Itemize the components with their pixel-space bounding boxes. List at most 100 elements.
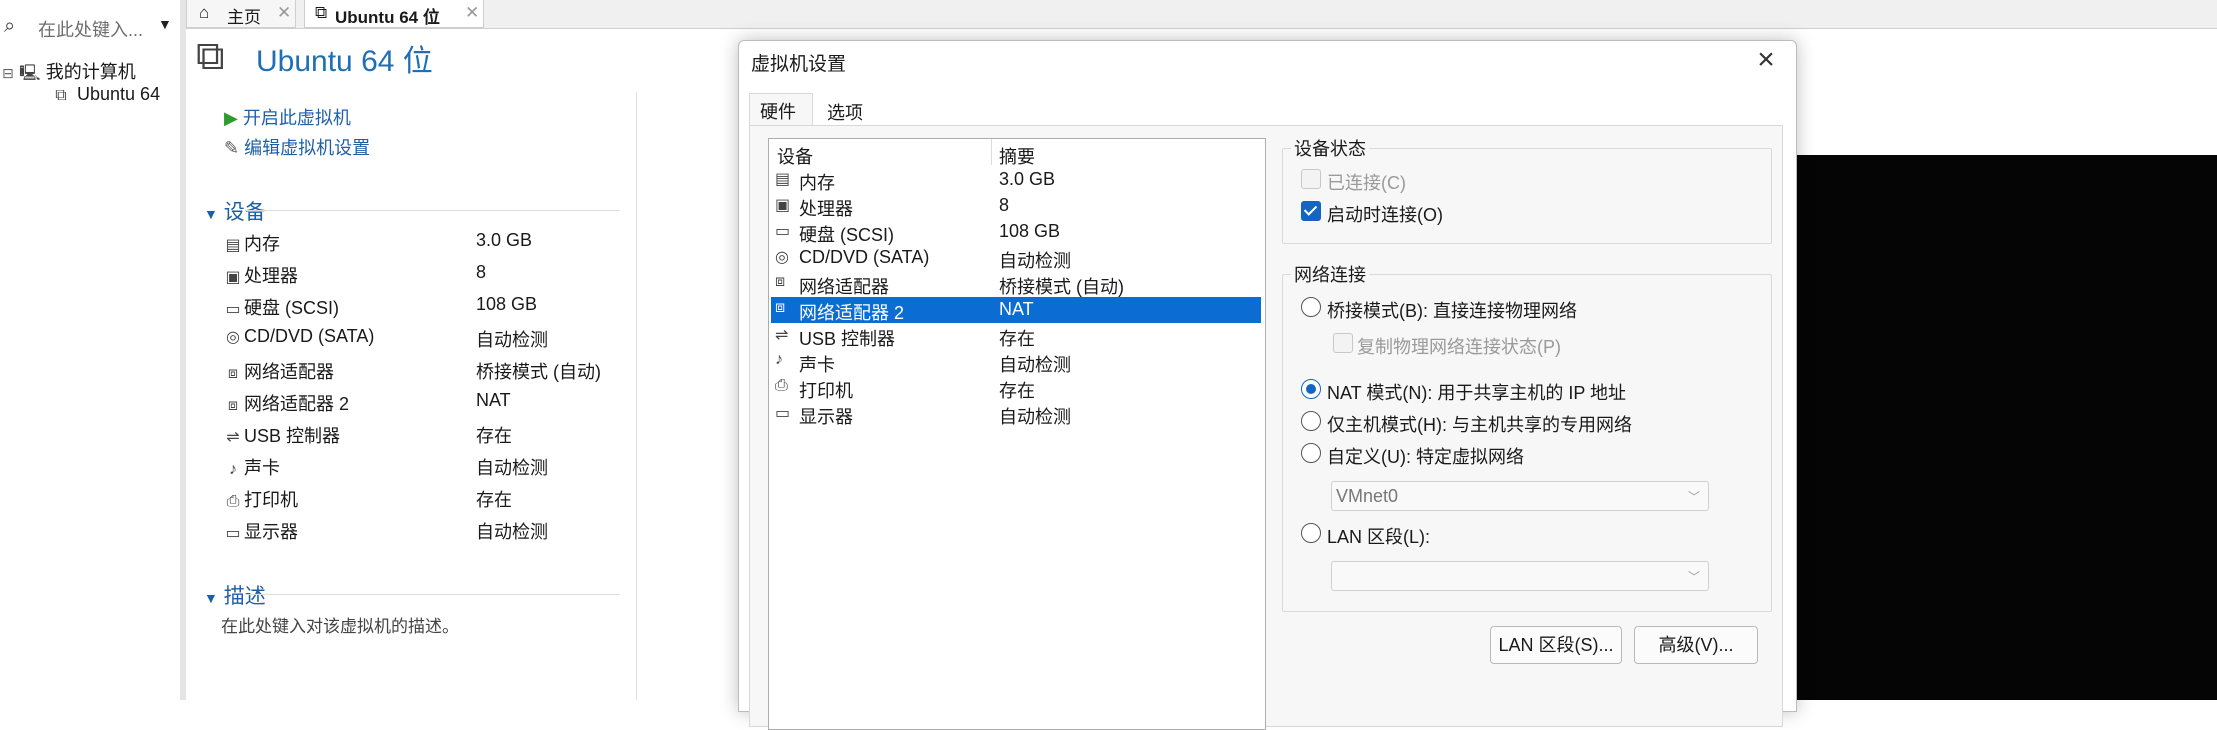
column-divider[interactable] xyxy=(991,139,992,165)
search-input[interactable]: 在此处键入... xyxy=(38,16,143,42)
row-summary: 桥接模式 (自动) xyxy=(999,277,1124,297)
group-legend: 设备状态 xyxy=(1291,135,1369,161)
vm-large-icon: ⧉ xyxy=(196,34,225,78)
vm-device-row[interactable]: ⧈ 网络适配器 xyxy=(222,358,334,384)
devices-section-header[interactable]: ▼ 设备 xyxy=(204,196,266,226)
vm-device-row[interactable]: ⧈ 网络适配器 2 xyxy=(222,390,349,416)
custom-radio[interactable] xyxy=(1301,443,1321,463)
tab-label: 主页 xyxy=(227,8,261,27)
row-device-name: 网络适配器 2 xyxy=(799,303,905,323)
vm-settings-dialog: 虚拟机设置 × 硬件 选项 设备 摘要 ▤ 内存 3.0 GB ▣ 处理器 8 ▭ 硬盘 (S… xyxy=(738,40,1797,730)
device-value: 3.0 GB xyxy=(476,230,533,250)
connected-checkbox[interactable] xyxy=(1301,169,1321,189)
usb-icon: ⇌ xyxy=(775,327,789,344)
computer-icon: 🖳 xyxy=(19,65,41,82)
device-name: 声卡 xyxy=(244,458,280,478)
divider xyxy=(246,210,620,211)
vm-device-row[interactable]: ⎙ 打印机 xyxy=(222,486,298,512)
disk-icon: ▭ xyxy=(225,301,241,318)
hardware-list-row[interactable]: ▣ 处理器 8 xyxy=(771,193,1261,219)
cd-icon: ◎ xyxy=(775,249,789,266)
search-icon: ⌕ xyxy=(4,15,16,37)
sound-icon: ♪ xyxy=(775,351,783,368)
nat-radio[interactable] xyxy=(1301,379,1321,399)
device-value: 自动检测 xyxy=(476,522,548,542)
row-summary: 3.0 GB xyxy=(999,169,1056,189)
memory-icon: ▤ xyxy=(225,237,241,254)
section-title: 描述 xyxy=(223,585,266,608)
tree-label: Ubuntu 64 xyxy=(77,84,161,104)
edit-icon: ✎ xyxy=(224,138,240,158)
hardware-list-row[interactable]: ⧈ 网络适配器 2 NAT xyxy=(771,297,1261,323)
tab-bar: ⌂ 主页 ✕ ⧉ Ubuntu 64 位 ✕ xyxy=(186,0,2217,29)
column-header-device[interactable]: 设备 xyxy=(777,143,813,169)
vm-device-row[interactable]: ♪ 声卡 xyxy=(222,454,280,480)
vm-device-row[interactable]: ▣ 处理器 xyxy=(222,262,298,288)
hardware-list-row[interactable]: ⎙ 打印机 存在 xyxy=(771,375,1261,401)
lan-segments-button[interactable]: LAN 区段(S)... xyxy=(1490,626,1622,664)
list-header: 设备 摘要 xyxy=(771,141,1261,167)
sidebar-splitter[interactable] xyxy=(180,0,186,700)
close-icon[interactable]: ✕ xyxy=(465,3,479,23)
tree-item-ubuntu[interactable]: ⧉ Ubuntu 64 xyxy=(50,84,160,105)
row-device-name: 内存 xyxy=(799,173,835,193)
device-status-group: 设备状态 已连接(C) 启动时连接(O) xyxy=(1282,135,1772,244)
hardware-list-row[interactable]: ▭ 硬盘 (SCSI) 108 GB xyxy=(771,219,1261,245)
vm-device-row[interactable]: ▭ 硬盘 (SCSI) xyxy=(222,294,339,320)
disk-icon: ▭ xyxy=(775,223,791,240)
column-header-summary[interactable]: 摘要 xyxy=(999,143,1035,169)
vm-device-row[interactable]: ▭ 显示器 xyxy=(222,518,298,544)
device-name: 打印机 xyxy=(244,490,298,510)
vm-screen-thumbnail[interactable] xyxy=(1796,155,2217,700)
bridged-radio[interactable] xyxy=(1301,297,1321,317)
vm-device-row[interactable]: ▤ 内存 xyxy=(222,230,280,256)
replicate-state-checkbox[interactable] xyxy=(1333,333,1353,353)
start-vm-command[interactable]: ▶ 开启此虚拟机 xyxy=(224,104,351,130)
hardware-list-row[interactable]: ▤ 内存 3.0 GB xyxy=(771,167,1261,193)
cpu-icon: ▣ xyxy=(775,197,791,214)
vm-device-row[interactable]: ⇌ USB 控制器 xyxy=(222,422,340,448)
row-summary: NAT xyxy=(999,299,1034,319)
hardware-list-row[interactable]: ◎ CD/DVD (SATA) 自动检测 xyxy=(771,245,1261,271)
hardware-device-list[interactable]: 设备 摘要 ▤ 内存 3.0 GB ▣ 处理器 8 ▭ 硬盘 (SCSI) 108 GB ◎ CD/… xyxy=(768,138,1266,730)
custom-network-select[interactable]: VMnet0 ﹀ xyxy=(1331,481,1709,511)
hardware-list-row[interactable]: ♪ 声卡 自动检测 xyxy=(771,349,1261,375)
device-name: 硬盘 (SCSI) xyxy=(244,298,340,318)
device-name: 处理器 xyxy=(244,266,298,286)
chevron-down-icon: ﹀ xyxy=(1687,570,1700,584)
hardware-list-row[interactable]: ▭ 显示器 自动检测 xyxy=(771,401,1261,427)
row-summary: 108 GB xyxy=(999,221,1061,241)
close-icon[interactable]: × xyxy=(1749,45,1783,79)
advanced-button[interactable]: 高级(V)... xyxy=(1634,626,1758,664)
host-only-radio[interactable] xyxy=(1301,411,1321,431)
device-value: NAT xyxy=(476,390,511,410)
device-name: 显示器 xyxy=(244,522,298,542)
description-placeholder[interactable]: 在此处键入对该虚拟机的描述。 xyxy=(221,612,459,637)
connect-on-start-checkbox[interactable] xyxy=(1301,201,1321,221)
tab-home[interactable]: ⌂ 主页 ✕ xyxy=(186,0,296,28)
vm-device-row[interactable]: ◎ CD/DVD (SATA) xyxy=(222,326,374,347)
row-device-name: 打印机 xyxy=(799,381,853,401)
tab-options[interactable]: 选项 xyxy=(817,93,877,125)
close-icon[interactable]: ✕ xyxy=(277,3,291,23)
collapse-icon[interactable]: ⊟ xyxy=(2,65,14,81)
section-title: 设备 xyxy=(223,201,266,224)
tab-ubuntu[interactable]: ⧉ Ubuntu 64 位 ✕ xyxy=(304,0,484,28)
hardware-list-row[interactable]: ⇌ USB 控制器 存在 xyxy=(771,323,1261,349)
row-device-name: 声卡 xyxy=(799,355,835,375)
expand-icon: ▼ xyxy=(204,206,218,222)
edit-vm-settings-command[interactable]: ✎ 编辑虚拟机设置 xyxy=(224,134,370,160)
network-icon: ⧈ xyxy=(227,365,239,382)
command-label: 开启此虚拟机 xyxy=(242,108,351,128)
lan-segment-radio[interactable] xyxy=(1301,523,1321,543)
checkbox-label: 复制物理网络连接状态(P) xyxy=(1357,337,1561,357)
home-icon: ⌂ xyxy=(199,3,210,22)
hardware-list-row[interactable]: ⧈ 网络适配器 桥接模式 (自动) xyxy=(771,271,1261,297)
description-section-header[interactable]: ▼ 描述 xyxy=(204,580,266,610)
chevron-down-icon[interactable]: ▼ xyxy=(158,16,172,32)
device-name: 网络适配器 2 xyxy=(244,394,350,414)
device-value: 108 GB xyxy=(476,294,538,314)
tab-hardware[interactable]: 硬件 xyxy=(749,93,813,126)
library-search[interactable]: ⌕ 在此处键入... ▼ xyxy=(0,12,178,44)
lan-segment-select[interactable]: ﹀ xyxy=(1331,561,1709,591)
